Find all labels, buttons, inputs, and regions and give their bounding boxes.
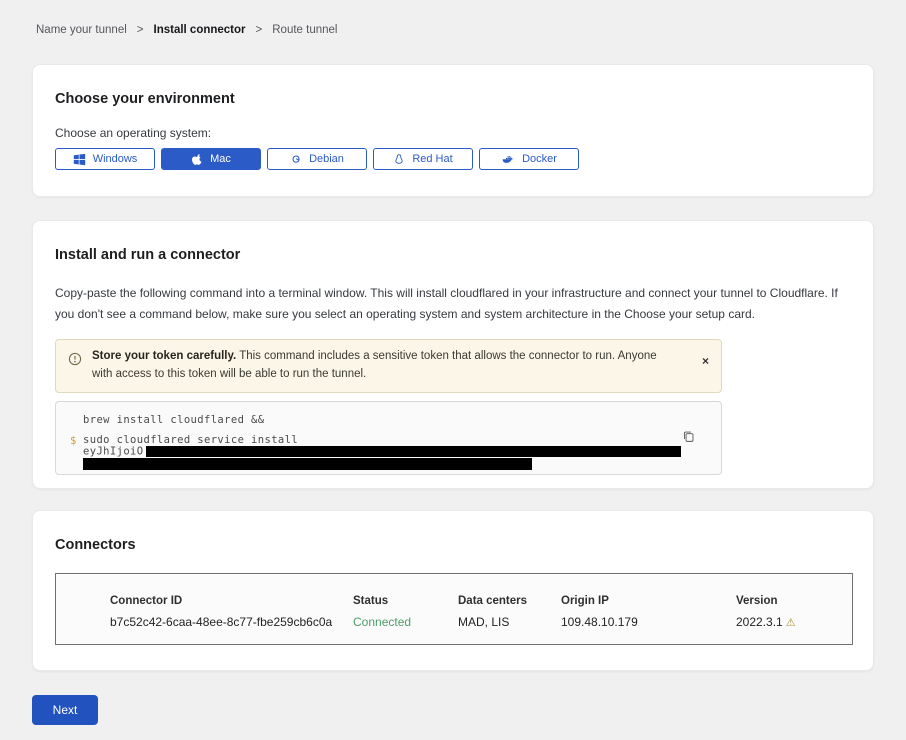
- docker-icon: [501, 153, 515, 165]
- token-redaction-bar: [83, 458, 532, 470]
- header-connector-id: Connector ID: [110, 595, 353, 607]
- alert-circle-icon: [68, 352, 82, 371]
- os-button-label: Red Hat: [412, 153, 452, 165]
- os-button-windows[interactable]: Windows: [55, 148, 155, 170]
- choose-environment-card: Choose your environment Choose an operat…: [32, 64, 874, 197]
- header-origin-ip: Origin IP: [561, 595, 736, 607]
- os-button-label: Mac: [210, 153, 231, 165]
- token-redaction-bar: [146, 446, 681, 457]
- install-card-title: Install and run a connector: [55, 247, 851, 263]
- table-row: b7c52c42-6caa-48ee-8c77-fbe259cb6c0a Con…: [110, 615, 852, 629]
- cell-version: 2022.3.1⚠: [736, 615, 852, 629]
- os-button-label: Windows: [93, 153, 138, 165]
- windows-icon: [73, 153, 86, 166]
- os-button-row: Windows Mac Debian Red Hat Docker: [55, 148, 851, 170]
- connectors-table-header: Connector ID Status Data centers Origin …: [110, 595, 852, 607]
- breadcrumb-step-name-tunnel[interactable]: Name your tunnel: [36, 24, 127, 36]
- token-warning-banner: Store your token carefully. This command…: [55, 339, 722, 393]
- os-button-label: Docker: [522, 153, 557, 165]
- cell-origin-ip: 109.48.10.179: [561, 615, 736, 629]
- cell-status: Connected: [353, 615, 458, 629]
- next-button[interactable]: Next: [32, 695, 98, 725]
- connectors-card-title: Connectors: [55, 537, 851, 553]
- install-card-description: Copy-paste the following command into a …: [55, 283, 851, 324]
- shell-prompt: $: [70, 435, 83, 471]
- os-button-mac[interactable]: Mac: [161, 148, 261, 170]
- connectors-card: Connectors Connector ID Status Data cent…: [32, 510, 874, 671]
- os-button-docker[interactable]: Docker: [479, 148, 579, 170]
- version-warning-icon: ⚠: [786, 617, 796, 629]
- breadcrumb-separator: >: [137, 24, 144, 36]
- install-command-code-block: brew install cloudflared && $ sudo cloud…: [55, 401, 722, 475]
- breadcrumb-step-install-connector[interactable]: Install connector: [154, 24, 246, 36]
- copy-icon[interactable]: [680, 428, 697, 448]
- os-button-redhat[interactable]: Red Hat: [373, 148, 473, 170]
- token-warning-text: Store your token carefully. This command…: [92, 348, 711, 384]
- breadcrumb-step-route-tunnel[interactable]: Route tunnel: [272, 24, 337, 36]
- code-line-brew: brew install cloudflared &&: [83, 414, 707, 426]
- code-line-token: eyJhIjoiO: [83, 446, 681, 458]
- apple-icon: [191, 153, 203, 166]
- cell-connector-id: b7c52c42-6caa-48ee-8c77-fbe259cb6c0a: [110, 615, 353, 629]
- os-button-debian[interactable]: Debian: [267, 148, 367, 170]
- install-connector-card: Install and run a connector Copy-paste t…: [32, 220, 874, 489]
- header-data-centers: Data centers: [458, 595, 561, 607]
- code-line-sudo: sudo cloudflared service install: [83, 435, 681, 447]
- os-select-label: Choose an operating system:: [55, 126, 851, 140]
- token-warning-bold: Store your token carefully.: [92, 350, 236, 362]
- header-version: Version: [736, 595, 852, 607]
- header-status: Status: [353, 595, 458, 607]
- breadcrumb: Name your tunnel > Install connector > R…: [0, 0, 906, 36]
- breadcrumb-separator: >: [256, 24, 263, 36]
- connectors-table: Connector ID Status Data centers Origin …: [55, 573, 853, 645]
- os-button-label: Debian: [309, 153, 344, 165]
- code-line-token-2: [83, 458, 681, 471]
- environment-card-title: Choose your environment: [55, 91, 851, 107]
- redhat-icon: [393, 153, 405, 166]
- debian-icon: [290, 153, 302, 165]
- close-icon[interactable]: ×: [702, 355, 709, 367]
- cell-data-centers: MAD, LIS: [458, 615, 561, 629]
